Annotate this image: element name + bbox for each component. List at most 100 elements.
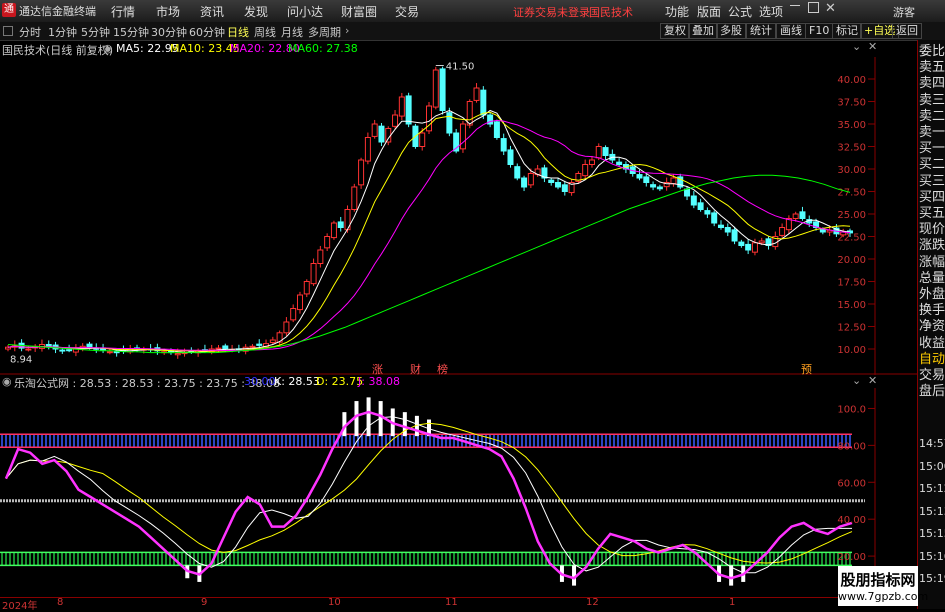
period-daily[interactable]: 日线 xyxy=(227,24,249,40)
side-panel-label: 卖一 xyxy=(919,125,945,140)
candle-body xyxy=(303,281,310,295)
menu-wenxiaoda[interactable]: 问小达 xyxy=(287,3,323,20)
period-1min[interactable]: 1分钟 xyxy=(48,24,77,40)
chart-menu-icon[interactable]: ⌄ xyxy=(852,40,861,53)
settings-chevron-icon[interactable]: ◉ xyxy=(103,42,113,55)
candle-body xyxy=(249,345,256,348)
current-stock-name: 国民技术 xyxy=(589,6,633,19)
tool-back[interactable]: 返回 xyxy=(892,23,922,39)
candle-body xyxy=(419,132,426,147)
candle-body xyxy=(371,123,378,137)
ind-y-tick-label: 20.00 xyxy=(837,552,866,563)
candle-body xyxy=(480,89,487,116)
candle-body xyxy=(555,182,562,188)
side-panel-label: 卖四 xyxy=(919,76,945,92)
menu-gongshi[interactable]: 公式 xyxy=(728,3,752,20)
ind-y-tick-label: 60.00 xyxy=(837,478,866,489)
period-5min[interactable]: 5分钟 xyxy=(81,24,110,40)
side-panel-label: 卖二 xyxy=(919,108,945,124)
side-panel-label[interactable]: 自动 xyxy=(919,352,945,368)
candle-body xyxy=(751,242,758,253)
y-tick-label: 30.00 xyxy=(837,165,866,176)
indicator-menu-icon[interactable]: ⌄ xyxy=(852,374,861,387)
tool-fuquan[interactable]: 复权 xyxy=(660,23,690,39)
minimize-icon[interactable] xyxy=(790,5,800,6)
menu-shichang[interactable]: 市场 xyxy=(156,3,180,20)
tool-tongji[interactable]: 统计 xyxy=(746,23,776,39)
event-marker-bang[interactable]: 榜 xyxy=(437,361,448,377)
period-fenshi[interactable]: 分时 xyxy=(19,24,41,40)
period-toolbar: 分时 1分钟 5分钟 15分钟 30分钟 60分钟 日线 周线 月线 多周期 ›… xyxy=(0,22,945,41)
candle-body xyxy=(684,188,691,197)
candlestick-chart[interactable]: 40.0037.5035.0032.5030.0027.5025.0022.50… xyxy=(0,57,917,375)
side-panel-label: 买三 xyxy=(919,173,945,189)
menu-banmian[interactable]: 版面 xyxy=(697,3,721,20)
side-panel-label: 卖三 xyxy=(919,92,945,108)
side-panel-label[interactable]: 盘后 xyxy=(919,384,945,400)
watermark-url: www.7gpzb.com xyxy=(838,590,929,603)
side-panel-label: 涨幅 xyxy=(919,254,945,270)
period-monthly[interactable]: 月线 xyxy=(281,24,303,40)
candle-body xyxy=(799,211,806,219)
tool-huaxian[interactable]: 画线 xyxy=(776,23,806,39)
guest-button[interactable]: 游客 xyxy=(893,4,915,20)
tool-biaoji[interactable]: 标记 xyxy=(832,23,862,39)
side-panel-label[interactable]: 交易 xyxy=(919,368,945,384)
watermark-title: 股朋指标网 xyxy=(840,571,916,589)
menu-jiaoyi[interactable]: 交易 xyxy=(395,3,419,20)
kdj-indicator-chart[interactable]: 100.0 80.00 60.00 40.00 20.00 xyxy=(0,388,917,597)
candle-body xyxy=(317,249,324,264)
indicator-close-icon[interactable]: ✕ xyxy=(868,374,877,387)
chart-close-icon[interactable]: ✕ xyxy=(868,40,877,53)
indicator-settings-icon[interactable]: ◉ xyxy=(2,375,12,388)
login-warning[interactable]: 证券交易未登录 xyxy=(513,4,590,20)
candle-body xyxy=(378,125,385,143)
menu-gongneng[interactable]: 功能 xyxy=(665,3,689,20)
tool-diejia[interactable]: 叠加 xyxy=(688,23,718,39)
event-marker-yu[interactable]: 预 xyxy=(801,361,812,377)
candle-body xyxy=(670,177,677,185)
menu-zixun[interactable]: 资讯 xyxy=(200,3,224,20)
period-weekly[interactable]: 周线 xyxy=(254,24,276,40)
candle-body xyxy=(358,159,365,186)
candle-body xyxy=(758,240,765,244)
ma60-label: MA60: 27.38 xyxy=(288,42,358,55)
more-periods-chevron-icon[interactable]: › xyxy=(345,24,349,37)
candle-body xyxy=(527,173,534,186)
side-panel-time: 14:57 xyxy=(919,437,945,450)
candle-body xyxy=(351,186,358,210)
period-30min[interactable]: 30分钟 xyxy=(151,24,187,40)
menu-faxian[interactable]: 发现 xyxy=(244,3,268,20)
period-60min[interactable]: 60分钟 xyxy=(189,24,225,40)
restore-icon[interactable] xyxy=(808,2,819,13)
tool-duogu[interactable]: 多股 xyxy=(716,23,746,39)
j-top-bar xyxy=(366,397,371,437)
side-panel-time: 15:12 xyxy=(919,482,945,495)
event-marker-cai[interactable]: 财 xyxy=(410,361,421,377)
candle-body xyxy=(59,349,66,352)
candle-body xyxy=(493,121,500,138)
y-tick-label: 37.50 xyxy=(837,98,866,109)
side-panel-label: 买五 xyxy=(919,206,945,221)
stock-title: 国民技术(日线 前复权) xyxy=(2,44,114,57)
tool-f10[interactable]: F10 xyxy=(805,23,834,39)
menu-hangqing[interactable]: 行情 xyxy=(111,3,135,20)
candle-body xyxy=(690,195,697,206)
candle-body xyxy=(500,138,507,152)
candle-body xyxy=(697,202,704,210)
x-axis xyxy=(0,597,917,610)
y-tick-label: 25.00 xyxy=(837,210,866,221)
candle-body xyxy=(636,174,643,179)
menu-caifuquan[interactable]: 财富圈 xyxy=(341,3,377,20)
period-multi[interactable]: 多周期 xyxy=(308,24,341,40)
close-icon[interactable]: ✕ xyxy=(825,1,836,16)
period-15min[interactable]: 15分钟 xyxy=(113,24,149,40)
layout-icon[interactable] xyxy=(3,26,13,36)
candle-body xyxy=(616,161,623,166)
candle-body xyxy=(819,229,826,233)
x-label-jan: 1 xyxy=(729,597,736,608)
candle-body xyxy=(745,243,752,251)
y-tick-label: 35.00 xyxy=(837,120,866,131)
menu-xuanxiang[interactable]: 选项 xyxy=(759,3,783,20)
candle-body xyxy=(473,87,480,101)
